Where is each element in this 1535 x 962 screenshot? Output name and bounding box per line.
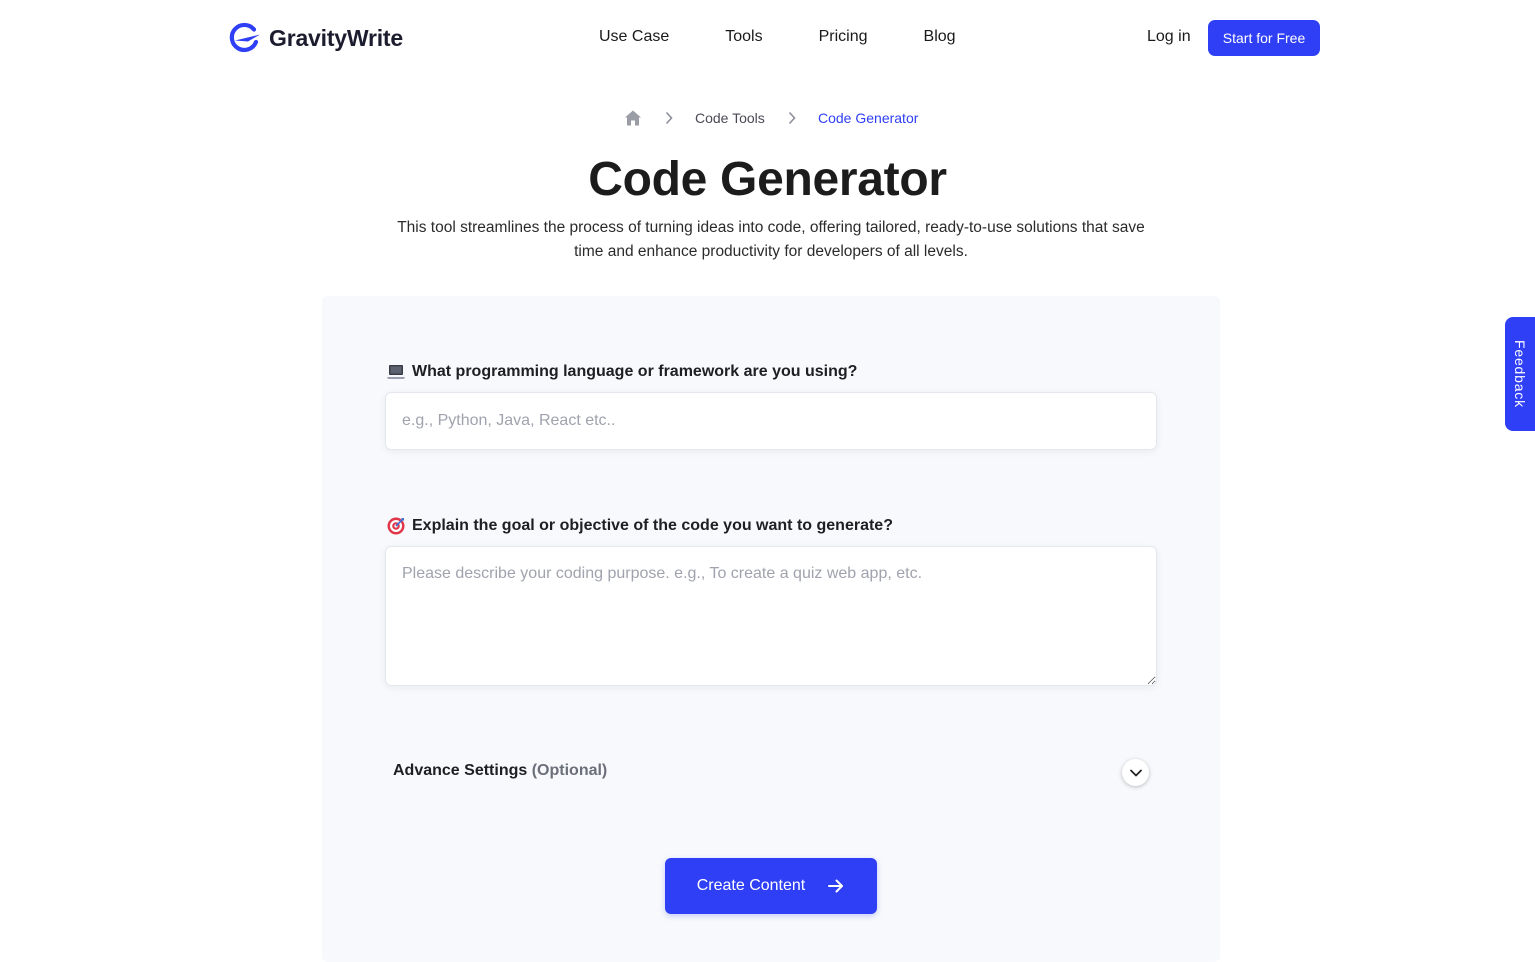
chevron-down-icon — [1129, 769, 1142, 776]
start-for-free-button[interactable]: Start for Free — [1208, 20, 1320, 56]
goal-label-text: Explain the goal or objective of the cod… — [412, 517, 893, 534]
breadcrumb-current: Code Generator — [818, 110, 919, 126]
chevron-right-icon — [788, 111, 796, 125]
feedback-label: Feedback — [1512, 340, 1528, 408]
breadcrumb-code-tools[interactable]: Code Tools — [695, 110, 765, 126]
brand-logo[interactable]: GravityWrite — [227, 22, 403, 54]
language-field-label: What programming language or framework a… — [386, 362, 857, 382]
expand-advance-settings-button[interactable] — [1122, 759, 1149, 786]
advance-settings-toggle[interactable]: Advance Settings (Optional) — [393, 762, 607, 780]
advance-settings-optional: (Optional) — [531, 762, 608, 779]
create-content-label: Create Content — [696, 877, 806, 894]
target-icon — [387, 517, 405, 535]
gravitywrite-logo-icon — [229, 22, 260, 53]
nav-use-case[interactable]: Use Case — [599, 28, 669, 46]
nav-pricing[interactable]: Pricing — [819, 28, 868, 46]
language-label-text: What programming language or framework a… — [412, 363, 858, 380]
page-title: Code Generator — [588, 153, 947, 206]
brand-name: GravityWrite — [269, 24, 403, 51]
arrow-right-icon — [828, 879, 844, 893]
nav-blog[interactable]: Blog — [924, 28, 956, 46]
language-input[interactable] — [385, 392, 1157, 450]
login-link[interactable]: Log in — [1147, 28, 1191, 46]
nav-tools[interactable]: Tools — [725, 28, 762, 46]
goal-field-label: Explain the goal or objective of the cod… — [386, 516, 893, 536]
breadcrumb: Code Tools Code Generator — [0, 107, 1535, 129]
chevron-right-icon — [665, 111, 673, 125]
create-content-button[interactable]: Create Content — [665, 858, 877, 914]
home-icon[interactable] — [624, 109, 642, 127]
laptop-icon — [387, 365, 405, 379]
page-description: This tool streamlines the process of tur… — [397, 219, 1145, 260]
feedback-tab[interactable]: Feedback — [1505, 317, 1535, 431]
site-header: GravityWrite Use Case Tools Pricing Blog… — [0, 0, 1535, 76]
goal-textarea[interactable] — [385, 546, 1157, 686]
advance-settings-label: Advance Settings — [393, 762, 528, 779]
main-nav: Use Case Tools Pricing Blog — [599, 28, 956, 46]
